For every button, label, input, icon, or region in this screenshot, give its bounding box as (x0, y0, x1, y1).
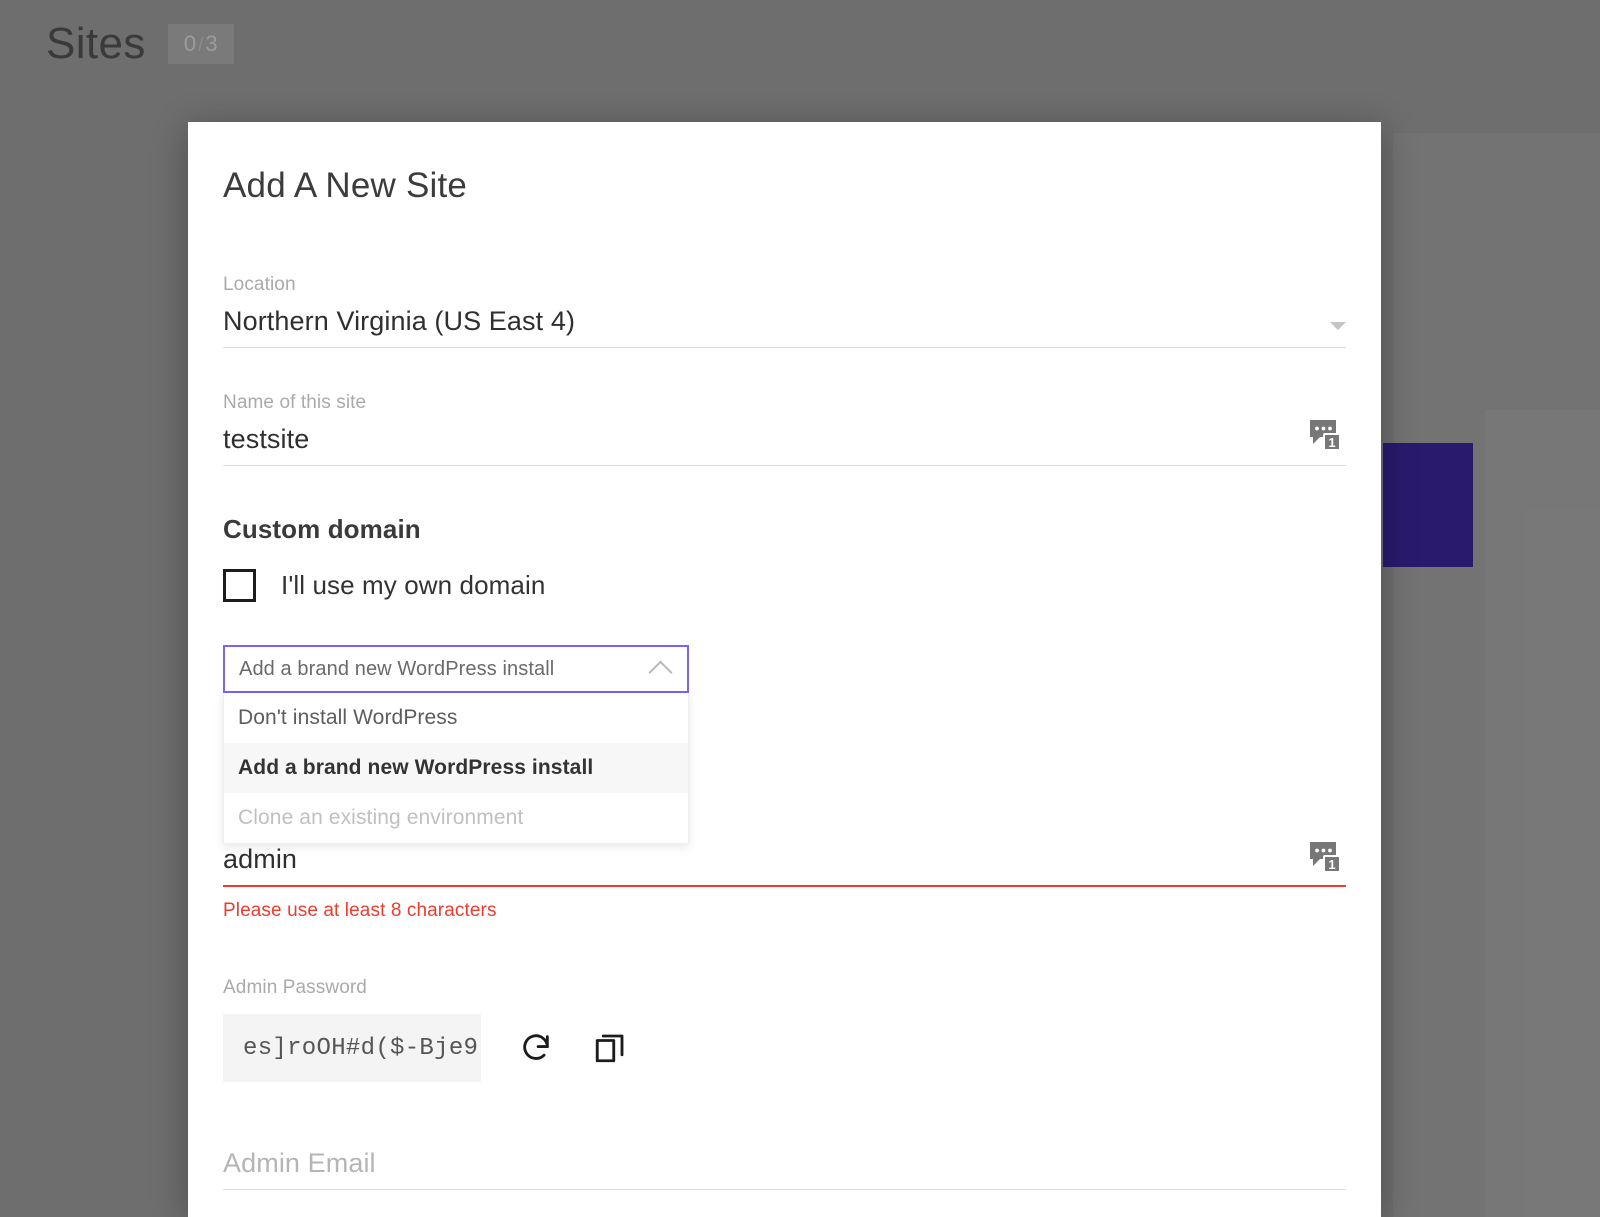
comment-badge-icon[interactable]: 1 (1304, 414, 1344, 454)
background-accent-bar (1383, 443, 1473, 567)
admin-password-label-wrap: Admin Password (223, 977, 367, 1000)
custom-domain-heading: Custom domain (223, 514, 421, 544)
wordpress-install-menu: Don't install WordPress Add a brand new … (223, 693, 689, 844)
site-name-value: testsite (223, 423, 310, 454)
chevron-up-icon[interactable] (648, 659, 673, 685)
background-card-secondary (1485, 410, 1600, 1217)
wordpress-install-selected-label: Add a brand new WordPress install (239, 657, 555, 680)
location-underline (223, 346, 1346, 348)
admin-email-field[interactable]: Admin Email (223, 1139, 1346, 1190)
site-name-label: Name of this site (223, 392, 367, 413)
wordpress-install-option-0[interactable]: Don't install WordPress (224, 693, 688, 743)
location-label: Location (223, 274, 296, 295)
refresh-icon[interactable] (517, 1029, 555, 1067)
wordpress-install-select[interactable]: Add a brand new WordPress install Don't … (223, 645, 689, 844)
admin-password-value[interactable]: es]roOH#d($-Bje9 (223, 1014, 481, 1082)
site-name-underline (223, 464, 1346, 466)
wordpress-install-option-1[interactable]: Add a brand new WordPress install (224, 743, 688, 793)
copy-icon[interactable] (591, 1029, 629, 1067)
comment-badge-count: 1 (1328, 435, 1335, 450)
site-count-separator: / (198, 35, 204, 56)
admin-email-underline (223, 1188, 1346, 1190)
site-count-current: 0 (183, 31, 197, 56)
page-title: Sites (46, 19, 146, 68)
site-count-total: 3 (205, 31, 218, 56)
page-header: Sites 0/3 (46, 22, 234, 66)
comment-badge-icon[interactable]: 1 (1304, 836, 1344, 876)
add-new-site-modal: Add A New Site Location Northern Virgini… (188, 122, 1381, 1217)
admin-password-label: Admin Password (223, 977, 367, 998)
own-domain-checkbox-label: I'll use my own domain (281, 570, 546, 600)
modal-title: Add A New Site (223, 166, 468, 205)
admin-email-placeholder: Admin Email (223, 1148, 376, 1178)
admin-username-error: Please use at least 8 characters (223, 899, 497, 921)
location-field[interactable]: Location Northern Virginia (US East 4) (223, 274, 1346, 348)
location-value: Northern Virginia (US East 4) (223, 305, 576, 336)
comment-badge-count: 1 (1328, 857, 1335, 872)
site-name-field[interactable]: Name of this site testsite 1 (223, 392, 1346, 466)
wordpress-install-option-2[interactable]: Clone an existing environment (224, 793, 688, 843)
chevron-down-icon[interactable] (1330, 321, 1346, 330)
wordpress-install-control[interactable]: Add a brand new WordPress install (223, 645, 689, 693)
admin-password-row: es]roOH#d($-Bje9 (223, 1014, 629, 1082)
own-domain-checkbox-row[interactable]: I'll use my own domain (223, 569, 545, 602)
own-domain-checkbox[interactable] (223, 569, 256, 602)
site-count-badge: 0/3 (167, 24, 234, 64)
